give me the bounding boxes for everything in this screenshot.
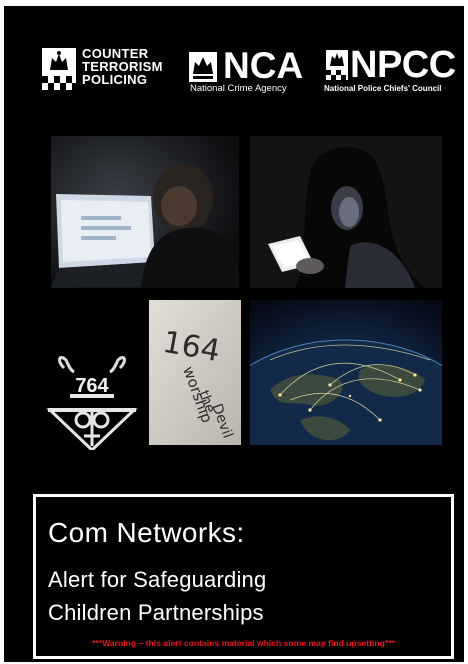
- ctp-wordmark: COUNTER TERRORISM POLICING: [82, 47, 163, 86]
- alert-poster: COUNTER TERRORISM POLICING NCA National …: [4, 6, 464, 662]
- alert-subtitle-line-1: Alert for Safeguarding: [48, 567, 267, 592]
- alert-title-box: Com Networks: Alert for Safeguarding Chi…: [33, 494, 454, 659]
- nca-abbr: NCA: [223, 45, 304, 86]
- counter-terrorism-policing-logo: COUNTER TERRORISM POLICING: [42, 46, 182, 96]
- alert-title: Com Networks:: [48, 517, 245, 548]
- crown-crest-icon: [189, 52, 217, 82]
- police-crest-icon: [42, 48, 76, 90]
- ctp-line-3: POLICING: [82, 72, 148, 87]
- photo-wall-writing: 164 worship the Devil: [149, 300, 241, 445]
- content-warning: ***Warning – this alert contains materia…: [92, 638, 395, 648]
- alert-subtitle-line-2: Children Partnerships: [48, 600, 264, 625]
- photo-person-at-laptop: [51, 136, 239, 288]
- emblem-number: 764: [75, 375, 109, 397]
- nca-logo: NCA National Crime Agency: [187, 46, 307, 100]
- photo-child-with-phone: [250, 136, 442, 288]
- emblem-764-icon: 764: [46, 354, 138, 450]
- npcc-name: National Police Chiefs' Council: [324, 84, 442, 93]
- npcc-abbr: NPCC: [350, 44, 456, 86]
- npcc-logo: NPCC National Police Chiefs' Council: [324, 44, 464, 100]
- nca-name: National Crime Agency: [190, 83, 287, 94]
- photo-globe-network: [250, 300, 442, 445]
- chequered-crest-icon: [326, 50, 348, 80]
